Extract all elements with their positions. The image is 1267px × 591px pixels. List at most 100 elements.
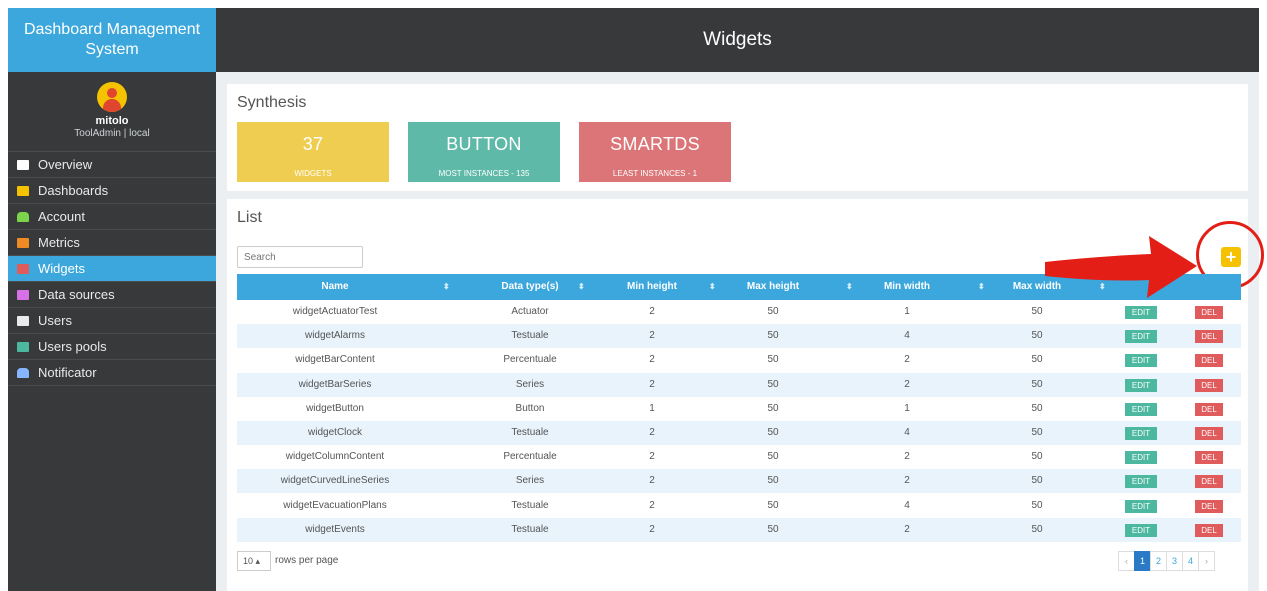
table-cell: 50 xyxy=(767,330,779,342)
sidebar-item-widgets[interactable]: Widgets xyxy=(8,256,216,282)
sidebar-item-data-sources[interactable]: Data sources xyxy=(8,282,216,308)
table-cell: Series xyxy=(515,378,545,390)
table-cell: 2 xyxy=(649,354,655,366)
edit-button[interactable]: EDIT xyxy=(1125,378,1157,392)
main-content: Synthesis 37 WIDGETS BUTTON MOST INSTANC… xyxy=(216,72,1264,591)
table-cell: 50 xyxy=(1031,330,1043,342)
app-window: Dashboard Management System mitolo ToolA… xyxy=(8,8,1264,591)
most-instances-tile: BUTTON MOST INSTANCES - 135 xyxy=(408,122,560,182)
edit-button[interactable]: EDIT xyxy=(1125,402,1157,416)
rows-per-page-value: 10 xyxy=(243,556,254,566)
sidebar-item-account[interactable]: Account xyxy=(8,204,216,230)
table-row: widgetClock Testuale 2 50 4 50 EDIT DEL xyxy=(237,421,1241,445)
sidebar-item-metrics[interactable]: Metrics xyxy=(8,230,216,256)
avatar[interactable] xyxy=(97,82,127,112)
table-cell: 2 xyxy=(904,378,910,390)
table-cell: 50 xyxy=(1031,427,1043,438)
delete-button[interactable]: DEL xyxy=(1195,354,1223,368)
sidebar-item-users[interactable]: Users xyxy=(8,308,216,334)
list-title: List xyxy=(237,209,262,226)
table-cell: Testuale xyxy=(511,330,549,342)
sitemap-icon xyxy=(17,341,29,352)
sort-icon[interactable]: ⬍ xyxy=(443,274,450,300)
table-cell: 50 xyxy=(1031,402,1043,414)
search-input[interactable] xyxy=(237,246,363,268)
column-header[interactable]: Min width xyxy=(847,274,967,300)
delete-button[interactable]: DEL xyxy=(1195,499,1223,513)
synthesis-title: Synthesis xyxy=(237,94,307,111)
database-icon xyxy=(17,289,29,300)
delete-button[interactable]: DEL xyxy=(1195,427,1223,440)
sort-icon[interactable]: ⬍ xyxy=(578,274,585,300)
delete-button[interactable]: DEL xyxy=(1195,306,1223,319)
sidebar-item-overview[interactable]: Overview xyxy=(8,152,216,178)
table-cell: Testuale xyxy=(511,499,549,511)
delete-button[interactable]: DEL xyxy=(1195,451,1223,465)
widgets-icon xyxy=(17,263,29,274)
edit-button[interactable]: EDIT xyxy=(1125,499,1157,513)
edit-button[interactable]: EDIT xyxy=(1125,475,1157,489)
sidebar-item-label: Account xyxy=(38,209,85,224)
page-button[interactable]: 4 xyxy=(1182,551,1199,571)
table-cell: 50 xyxy=(767,427,779,438)
sidebar-item-label: Widgets xyxy=(38,261,85,276)
table-cell: widgetEvents xyxy=(305,523,365,535)
edit-button[interactable]: EDIT xyxy=(1125,427,1157,440)
delete-button[interactable]: DEL xyxy=(1195,378,1223,392)
table-cell: 2 xyxy=(649,330,655,342)
page-header: Widgets xyxy=(216,8,1259,72)
table-row: widgetBarContent Percentuale 2 50 2 50 EDIT DEL xyxy=(237,348,1241,372)
next-page-button[interactable]: › xyxy=(1198,551,1215,571)
sidebar-item-users-pools[interactable]: Users pools xyxy=(8,334,216,360)
delete-button[interactable]: DEL xyxy=(1195,330,1223,344)
edit-button[interactable]: EDIT xyxy=(1125,306,1157,319)
caret-up-icon: ▴ xyxy=(253,556,261,566)
table-cell: 50 xyxy=(767,354,779,366)
edit-button[interactable]: EDIT xyxy=(1125,354,1157,368)
sidebar-item-label: Data sources xyxy=(38,287,115,302)
column-header[interactable]: Name xyxy=(275,274,395,300)
table-cell: 2 xyxy=(649,451,655,463)
user-block: mitolo ToolAdmin | local xyxy=(8,72,216,152)
column-header[interactable]: Data type(s) xyxy=(470,274,590,300)
rows-per-page-select[interactable]: 10 ▴ xyxy=(237,551,271,571)
table-cell: 2 xyxy=(904,451,910,463)
page-title: Widgets xyxy=(703,29,772,50)
prev-page-button[interactable]: ‹ xyxy=(1118,551,1135,571)
page-button[interactable]: 1 xyxy=(1134,551,1151,571)
sidebar-nav: Overview Dashboards Account Metrics Widgets D… xyxy=(8,152,216,386)
sidebar-item-label: Users xyxy=(38,313,72,328)
edit-button[interactable]: EDIT xyxy=(1125,523,1157,537)
table-cell: 50 xyxy=(767,499,779,511)
delete-button[interactable]: DEL xyxy=(1195,402,1223,416)
delete-button[interactable]: DEL xyxy=(1195,475,1223,489)
page-button[interactable]: 3 xyxy=(1166,551,1183,571)
user-role: ToolAdmin | local xyxy=(74,128,150,139)
gauge-icon xyxy=(17,185,29,196)
brand-title[interactable]: Dashboard Management System xyxy=(8,8,216,72)
table-row: widgetCurvedLineSeries Series 2 50 2 50 EDIT DE… xyxy=(237,469,1241,494)
edit-button[interactable]: EDIT xyxy=(1125,451,1157,465)
column-header[interactable]: Max height xyxy=(713,274,833,300)
table-cell: Testuale xyxy=(511,523,549,535)
tile-value: 37 xyxy=(302,134,324,154)
sidebar-item-dashboards[interactable]: Dashboards xyxy=(8,178,216,204)
table-cell: 50 xyxy=(767,378,779,390)
table-cell: widgetEvacuationPlans xyxy=(283,499,387,511)
delete-button[interactable]: DEL xyxy=(1195,523,1223,537)
sidebar-item-label: Dashboards xyxy=(38,183,109,198)
metrics-icon xyxy=(17,237,29,248)
tile-caption: MOST INSTANCES - 135 xyxy=(438,169,530,178)
add-widget-button[interactable]: + xyxy=(1221,247,1241,267)
table-cell: 50 xyxy=(767,523,779,535)
table-row: widgetBarSeries Series 2 50 2 50 EDIT DEL xyxy=(237,372,1241,397)
column-header[interactable]: Min height xyxy=(592,274,712,300)
table-cell: Actuator xyxy=(511,306,549,317)
table-cell: 4 xyxy=(904,499,910,511)
table-cell: 50 xyxy=(1031,499,1043,511)
table-cell: 50 xyxy=(1031,306,1043,317)
table-cell: Button xyxy=(515,402,545,414)
sidebar-item-notificator[interactable]: Notificator xyxy=(8,360,216,386)
page-button[interactable]: 2 xyxy=(1150,551,1167,571)
edit-button[interactable]: EDIT xyxy=(1125,330,1157,344)
